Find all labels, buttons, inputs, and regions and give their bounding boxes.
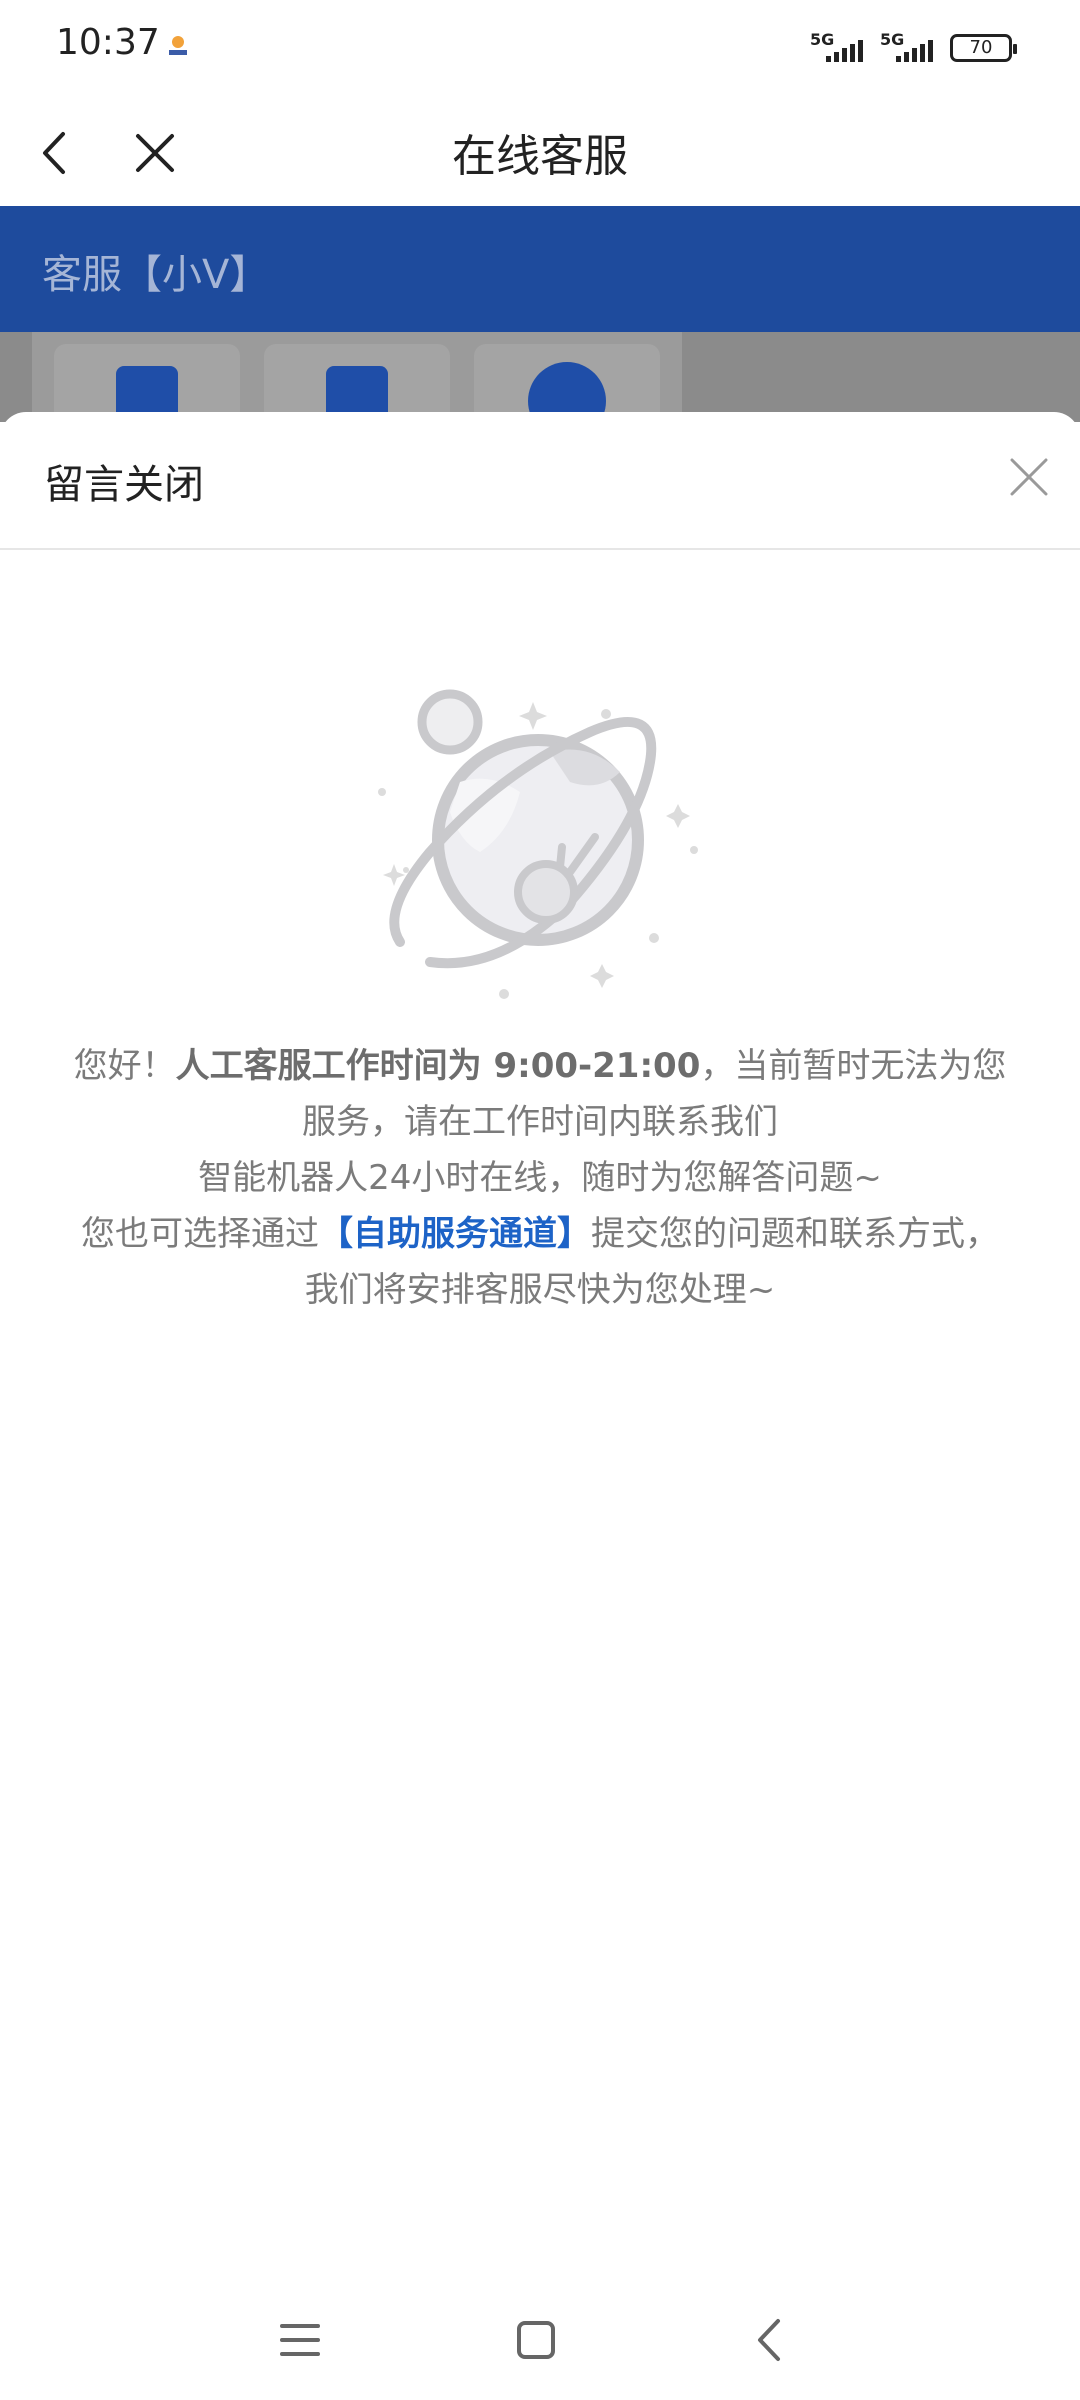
message-line-1: 您好！人工客服工作时间为 9:00-21:00，当前暂时无法为您 (73, 1046, 1007, 1086)
message-line-4: 您也可选择通过【自助服务通道】提交您的问题和联系方式， (81, 1214, 999, 1254)
service-hours-text: 人工客服工作时间为 9:00-21:00 (175, 1046, 701, 1086)
home-button[interactable] (496, 2300, 576, 2380)
signal-bars-icon (896, 40, 933, 62)
message-closed-sheet: 留言关闭 您好！人工客服工作时间为 9:00-21:00，当前暂时无法为您 服务… (0, 412, 1080, 2400)
app-header: 在线客服 (0, 98, 1080, 206)
battery-icon: 70 (950, 34, 1017, 62)
service-banner: 客服【小V】 (0, 206, 1080, 332)
status-bar: 10:37 5G 5G 70 (0, 0, 1080, 98)
background-panel (32, 332, 682, 440)
home-icon (517, 2321, 555, 2359)
nav-back-button[interactable] (730, 2300, 810, 2380)
close-icon[interactable] (1004, 452, 1054, 502)
screen: 10:37 5G 5G 70 在线客服 客服【小V】 留言关闭 您好！人工客服工… (0, 0, 1080, 2400)
menu-button[interactable] (260, 2300, 340, 2380)
background-content (0, 332, 1080, 440)
page-title: 在线客服 (452, 131, 628, 182)
menu-icon (280, 2324, 320, 2356)
banner-title: 客服【小V】 (42, 252, 270, 298)
message-line-2: 服务，请在工作时间内联系我们 (302, 1102, 778, 1142)
system-nav-bar (0, 2280, 1080, 2400)
sheet-header: 留言关闭 (0, 412, 1080, 550)
planet-empty-state-icon (378, 689, 698, 999)
self-service-link[interactable]: 【自助服务通道】 (319, 1214, 591, 1254)
signal-bars-icon (826, 40, 863, 62)
status-time: 10:37 (56, 22, 160, 63)
message-line-3: 智能机器人24小时在线，随时为您解答问题~ (198, 1158, 882, 1198)
sheet-title: 留言关闭 (44, 462, 204, 508)
app-logo-icon (169, 36, 187, 55)
message-line-5: 我们将安排客服尽快为您处理~ (304, 1270, 776, 1310)
back-icon (758, 2319, 780, 2361)
service-hours-message: 您好！人工客服工作时间为 9:00-21:00，当前暂时无法为您 服务，请在工作… (30, 1038, 1050, 1318)
battery-level: 70 (969, 37, 993, 58)
